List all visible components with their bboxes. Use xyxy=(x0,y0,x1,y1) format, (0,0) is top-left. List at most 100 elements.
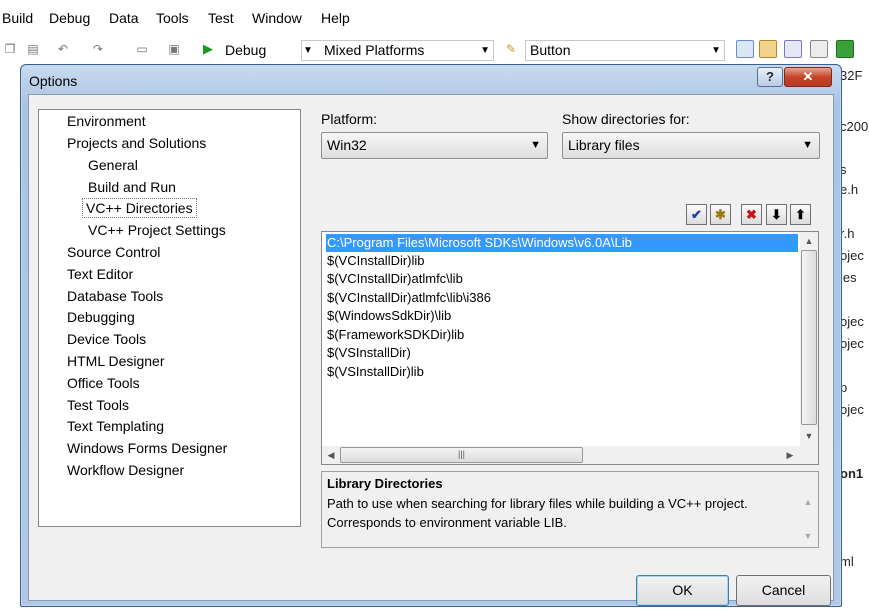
show-directories-combo[interactable]: Library files ▼ xyxy=(562,132,820,159)
cancel-button[interactable]: Cancel xyxy=(736,575,831,606)
platform-combo[interactable]: Win32 ▼ xyxy=(321,132,548,159)
nav-icon[interactable]: ▭ xyxy=(134,41,150,57)
platform-label: Platform: xyxy=(321,111,378,127)
options-tree[interactable]: Environment Projects and Solutions Gener… xyxy=(38,109,301,527)
scroll-down-icon[interactable]: ▼ xyxy=(801,428,817,444)
tree-item-device-tools[interactable]: Device Tools xyxy=(64,329,149,349)
object-browser-icon[interactable] xyxy=(784,40,802,58)
nav-icon-2[interactable]: ▣ xyxy=(166,41,182,57)
directory-list[interactable]: C:\Program Files\Microsoft SDKs\Windows\… xyxy=(321,231,819,465)
directory-list-item[interactable]: $(VSInstallDir)lib xyxy=(326,363,798,381)
vertical-scrollbar[interactable]: ▲ ▼ xyxy=(800,232,818,446)
tree-item-text-editor[interactable]: Text Editor xyxy=(64,264,136,284)
menu-window[interactable]: Window xyxy=(252,10,302,26)
chevron-down-icon: ▼ xyxy=(480,45,490,56)
solution-config-combo[interactable]: Debug xyxy=(220,40,300,61)
tree-item-windows-forms-designer[interactable]: Windows Forms Designer xyxy=(64,438,230,458)
tree-item-general[interactable]: General xyxy=(85,155,141,175)
tree-item-vc-project-settings[interactable]: VC++ Project Settings xyxy=(85,220,229,240)
scrollbar-thumb[interactable]: ||| xyxy=(340,447,583,463)
toolbox-icon[interactable] xyxy=(810,40,828,58)
background-text: on1 xyxy=(840,466,864,481)
menu-build[interactable]: Build xyxy=(2,10,33,26)
delete-button[interactable]: ✖ xyxy=(741,204,762,225)
tree-item-html-designer[interactable]: HTML Designer xyxy=(64,351,168,371)
menu-help[interactable]: Help xyxy=(321,10,350,26)
directory-list-item[interactable]: $(VCInstallDir)lib xyxy=(326,252,798,270)
background-text: 32F xyxy=(840,68,863,83)
paste-icon[interactable]: ▤ xyxy=(25,41,41,57)
background-editor-strip: 32F c200 s e.h r.h ojec les ojec ojec p … xyxy=(838,64,869,609)
show-directories-value: Library files xyxy=(568,137,640,153)
standard-toolbar: ❐ ▤ ↶ ↷ ▭ ▣ ▶ Debug ▼ Mixed Platforms ▼ … xyxy=(0,36,869,64)
menu-data[interactable]: Data xyxy=(109,10,139,26)
tree-item-office-tools[interactable]: Office Tools xyxy=(64,373,143,393)
scroll-down-icon[interactable]: ▼ xyxy=(800,528,816,544)
dialog-title: Options xyxy=(29,73,78,89)
scrollbar-thumb[interactable] xyxy=(801,250,817,425)
tree-item-test-tools[interactable]: Test Tools xyxy=(64,395,132,415)
scroll-right-icon[interactable]: ▶ xyxy=(782,447,798,463)
chevron-down-icon: ▼ xyxy=(530,139,541,151)
menu-tools[interactable]: Tools xyxy=(156,10,189,26)
background-text: ojec xyxy=(840,248,864,263)
menubar: Build Debug Data Tools Test Window Help xyxy=(0,0,869,36)
move-up-icon: ⬆ xyxy=(795,207,806,222)
scrollbar-corner xyxy=(800,446,818,464)
close-button[interactable]: ✕ xyxy=(784,67,832,87)
tree-item-vc-directories[interactable]: VC++ Directories xyxy=(82,198,197,218)
scroll-up-icon[interactable]: ▲ xyxy=(801,233,817,249)
scroll-left-icon[interactable]: ◀ xyxy=(323,447,339,463)
horizontal-scrollbar[interactable]: ◀ ||| ▶ xyxy=(322,446,800,464)
find-icon[interactable]: ✎ xyxy=(503,41,519,57)
start-debug-icon[interactable]: ▶ xyxy=(200,41,216,57)
directory-list-item[interactable]: $(WindowsSdkDir)\lib xyxy=(326,307,798,325)
tree-item-database-tools[interactable]: Database Tools xyxy=(64,286,166,306)
background-text: ojec xyxy=(840,336,864,351)
find-combo[interactable]: Button ▼ xyxy=(525,40,725,61)
chevron-down-icon: ▼ xyxy=(711,45,721,56)
tree-item-workflow-designer[interactable]: Workflow Designer xyxy=(64,460,187,480)
properties-icon[interactable] xyxy=(759,40,777,58)
new-line-button[interactable]: ✱ xyxy=(710,204,731,225)
background-text: c200 xyxy=(840,119,869,134)
tree-item-text-templating[interactable]: Text Templating xyxy=(64,416,167,436)
move-down-icon: ⬇ xyxy=(771,207,782,222)
directory-list-item[interactable]: $(VCInstallDir)atlmfc\lib\i386 xyxy=(326,289,798,307)
ok-button[interactable]: OK xyxy=(636,575,729,606)
directory-list-item[interactable]: $(VCInstallDir)atlmfc\lib xyxy=(326,270,798,288)
new-folder-icon: ✱ xyxy=(715,207,726,222)
background-text: r.h xyxy=(840,226,855,241)
directory-list-item[interactable]: $(VSInstallDir) xyxy=(326,344,798,362)
checkmark-icon: ✔ xyxy=(691,207,702,222)
solution-platform-combo[interactable]: ▼ Mixed Platforms ▼ xyxy=(301,40,494,61)
background-text: ojec xyxy=(840,402,864,417)
help-button[interactable]: ? xyxy=(757,67,783,87)
menu-debug[interactable]: Debug xyxy=(49,10,90,26)
tree-item-projects-and-solutions[interactable]: Projects and Solutions xyxy=(64,133,209,153)
menu-test[interactable]: Test xyxy=(208,10,234,26)
close-icon: ✕ xyxy=(802,69,814,84)
background-text: ml xyxy=(840,554,854,569)
delete-icon: ✖ xyxy=(746,207,757,222)
description-scrollbar[interactable]: ▲ ▼ xyxy=(800,492,816,546)
move-down-button[interactable]: ⬇ xyxy=(766,204,787,225)
find-combo-value: Button xyxy=(530,42,571,58)
solution-explorer-icon[interactable] xyxy=(736,40,754,58)
tree-item-environment[interactable]: Environment xyxy=(64,111,149,131)
copy-icon[interactable]: ❐ xyxy=(2,41,18,57)
solution-config-value: Debug xyxy=(225,42,267,58)
undo-icon[interactable]: ↶ xyxy=(55,41,71,57)
background-text: ojec xyxy=(840,314,864,329)
move-up-button[interactable]: ⬆ xyxy=(790,204,811,225)
start-page-icon[interactable] xyxy=(836,40,854,58)
chevron-down-icon: ▼ xyxy=(802,139,813,151)
directory-list-item[interactable]: C:\Program Files\Microsoft SDKs\Windows\… xyxy=(326,234,798,252)
tree-item-build-and-run[interactable]: Build and Run xyxy=(85,177,179,197)
checkmark-button[interactable]: ✔ xyxy=(686,204,707,225)
scroll-up-icon[interactable]: ▲ xyxy=(800,494,816,510)
tree-item-debugging[interactable]: Debugging xyxy=(64,307,138,327)
redo-icon[interactable]: ↷ xyxy=(90,41,106,57)
tree-item-source-control[interactable]: Source Control xyxy=(64,242,163,262)
directory-list-item[interactable]: $(FrameworkSDKDir)lib xyxy=(326,326,798,344)
